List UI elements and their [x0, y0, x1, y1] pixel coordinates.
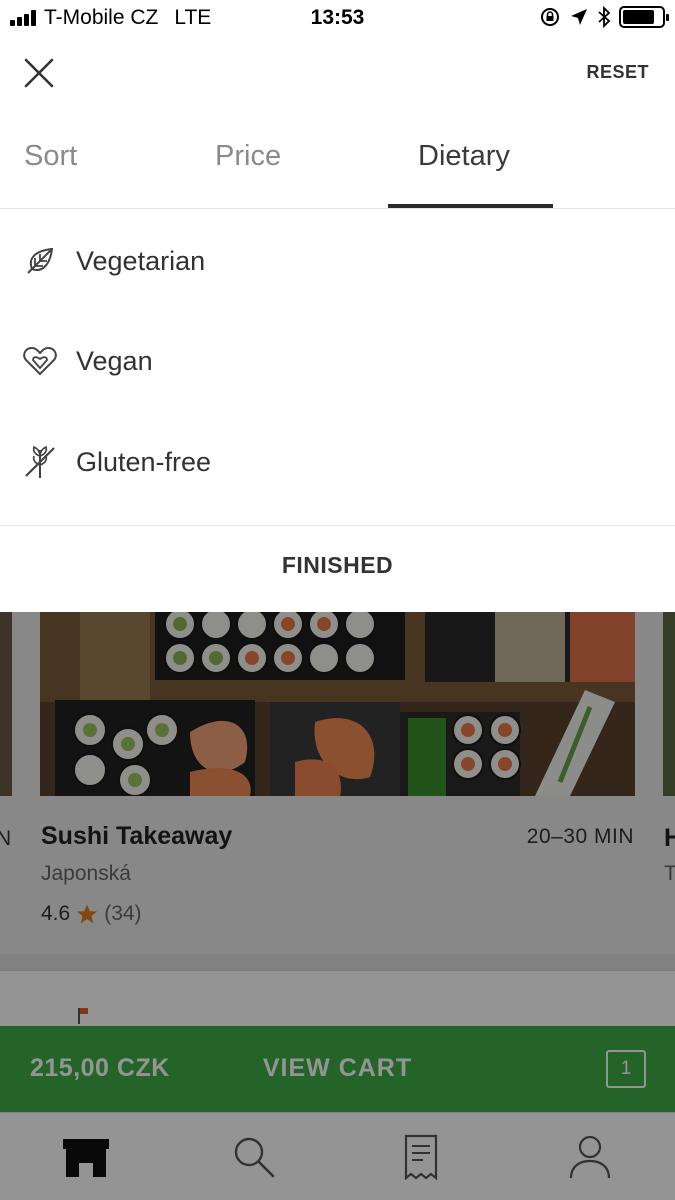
filter-tabs: Sort Price Dietary — [0, 128, 675, 209]
battery-icon — [619, 6, 669, 28]
leaf-icon — [27, 247, 54, 274]
active-tab-indicator — [388, 204, 553, 208]
finished-button[interactable]: FINISHED — [0, 552, 675, 579]
location-icon — [571, 9, 587, 25]
dietary-option-label: Vegan — [76, 345, 153, 376]
close-icon — [24, 58, 54, 88]
rotation-lock-icon — [541, 8, 559, 26]
heart-leaf-icon — [23, 346, 57, 376]
filter-panel: RESET Sort Price Dietary Vegetarian Vega… — [0, 38, 675, 612]
tab-dietary[interactable]: Dietary — [418, 140, 510, 173]
bluetooth-icon — [598, 6, 611, 28]
tab-sort[interactable]: Sort — [24, 140, 77, 173]
reset-button[interactable]: RESET — [586, 62, 649, 83]
dietary-option-vegetarian[interactable]: Vegetarian — [0, 231, 675, 291]
tab-price[interactable]: Price — [215, 140, 281, 173]
gluten-free-icon — [25, 445, 55, 478]
status-right — [539, 6, 669, 28]
dietary-option-label: Gluten-free — [76, 446, 212, 477]
status-bar: T-Mobile CZ LTE 13:53 — [0, 0, 675, 38]
screen: T-Mobile CZ LTE 13:53 RESET Sort Price D… — [0, 0, 675, 1200]
dietary-option-gluten-free[interactable]: Gluten-free — [0, 432, 675, 492]
dietary-option-label: Vegetarian — [76, 245, 206, 276]
close-button[interactable] — [20, 54, 58, 92]
divider — [0, 525, 675, 526]
dietary-option-vegan[interactable]: Vegan — [0, 331, 675, 391]
modal-backdrop[interactable] — [0, 612, 675, 1200]
